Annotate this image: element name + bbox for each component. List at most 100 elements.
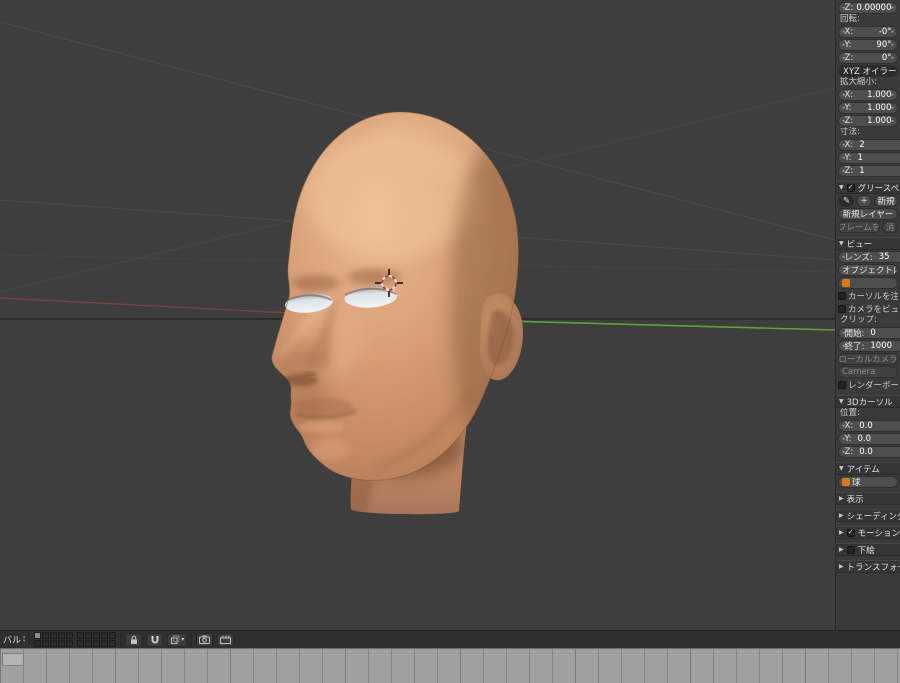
increment-icon[interactable]: ▸ [891, 56, 894, 61]
rotation-x-field[interactable]: ◂ X:-0° ▸ [838, 26, 898, 38]
cursor-x-field[interactable]: ◂ X:0.0 [838, 420, 900, 432]
grease-pencil-checkbox[interactable]: ✓ [847, 184, 855, 192]
panel-closed-icon: ▶ [839, 529, 844, 536]
layer-toggle[interactable] [50, 640, 57, 647]
layer-toggle[interactable] [77, 632, 84, 639]
camera-to-view-label: カメラをビューに [848, 303, 898, 315]
viewport-canvas[interactable] [0, 0, 835, 630]
panel-open-icon: ▼ [839, 240, 844, 247]
scene-lock-button[interactable] [125, 633, 142, 647]
orientation-dropdown[interactable]: バル ▴▾ [3, 633, 25, 646]
ear [480, 293, 523, 380]
layer-toggle[interactable] [66, 632, 73, 639]
blender-window: ◂ Z:0.00000 ▸ 回転: ◂ X:-0° ▸ ◂ Y:90° ▸ ◂ … [0, 0, 900, 683]
layer-toggle[interactable] [34, 632, 41, 639]
layer-toggle[interactable] [50, 632, 57, 639]
item-panel-header[interactable]: ▼ アイテム [836, 462, 900, 475]
3d-cursor-panel-header[interactable]: ▼ 3Dカーソル [836, 395, 900, 408]
clip-end-field[interactable]: ◂ 終了:1000 [838, 340, 900, 352]
dimensions-label: 寸法: [836, 127, 900, 138]
local-camera-button[interactable]: ローカルカメラ [838, 353, 898, 365]
panel-open-icon: ▼ [839, 184, 844, 191]
location-z-field[interactable]: ◂ Z:0.00000 ▸ [838, 2, 898, 14]
orientation-label: バル [3, 633, 21, 646]
layer-grid-1[interactable] [34, 632, 73, 647]
clip-label: クリップ: [836, 315, 900, 326]
layer-toggle[interactable] [93, 632, 100, 639]
increment-icon[interactable]: ▸ [891, 43, 894, 48]
separator [120, 633, 121, 646]
view-panel-header[interactable]: ▼ ビュー [836, 237, 900, 250]
background-images-panel-header[interactable]: ▶ 下絵 [836, 543, 900, 556]
camera-field[interactable]: Camera [838, 366, 898, 378]
render-border-label: レンダーボーダー [848, 379, 898, 391]
layer-toggle[interactable] [66, 640, 73, 647]
opengl-render-button[interactable] [196, 633, 213, 647]
scale-label: 拡大縮小: [836, 77, 900, 88]
layer-toggle[interactable] [58, 640, 65, 647]
dimension-x-field[interactable]: ◂ X:2 [838, 139, 900, 151]
motion-tracking-panel-header[interactable]: ▶ ✓ モーショント [836, 526, 900, 539]
snap-toggle-button[interactable] [146, 633, 163, 647]
object-data-icon [842, 279, 850, 287]
frame-button[interactable]: フレームを [838, 221, 880, 233]
increment-icon[interactable]: ▸ [891, 106, 894, 111]
dimension-z-field[interactable]: ◂ Z:1 [838, 165, 900, 177]
grease-pencil-panel-header[interactable]: ▼ ✓ グリースペン [836, 181, 900, 194]
grease-pencil-draw-button[interactable]: ✎ [838, 195, 854, 207]
dimension-y-field[interactable]: ◂ Y:1 [838, 152, 900, 164]
grease-pencil-add-button[interactable]: + [856, 195, 872, 207]
layer-toggle[interactable] [101, 640, 108, 647]
scale-y-field[interactable]: ◂ Y:1.000 ▸ [838, 102, 898, 114]
layer-toggle[interactable] [42, 632, 49, 639]
background-images-checkbox[interactable] [847, 546, 855, 554]
erase-button[interactable]: 消 [882, 221, 898, 233]
new-layer-button[interactable]: 新規レイヤー [838, 208, 898, 220]
scale-x-field[interactable]: ◂ X:1.000 ▸ [838, 89, 898, 101]
rotation-mode-dropdown[interactable]: XYZ オイラー角 [838, 65, 898, 77]
timeline-left-widget[interactable] [2, 653, 24, 666]
increment-icon[interactable]: ▸ [891, 6, 894, 11]
scale-z-field[interactable]: ◂ Z:1.000 ▸ [838, 115, 898, 127]
lens-field[interactable]: ◂ レンズ:35 [838, 251, 900, 263]
x-axis-line [0, 298, 310, 314]
head-model[interactable] [272, 108, 554, 520]
increment-icon[interactable]: ▸ [891, 93, 894, 98]
layer-toggle[interactable] [109, 632, 116, 639]
layer-toggle[interactable] [34, 640, 41, 647]
cursor-y-field[interactable]: ◂ Y:0.0 [838, 433, 900, 445]
rotation-z-field[interactable]: ◂ Z:0° ▸ [838, 52, 898, 64]
layer-toggle[interactable] [77, 640, 84, 647]
layer-toggle[interactable] [101, 632, 108, 639]
layer-toggle[interactable] [109, 640, 116, 647]
display-panel-header[interactable]: ▶ 表示 [836, 492, 900, 505]
grease-pencil-new-button[interactable]: 新規 [874, 195, 898, 207]
layer-toggle[interactable] [42, 640, 49, 647]
panel-open-icon: ▼ [839, 398, 844, 405]
item-name-field[interactable]: 球 [838, 476, 898, 488]
cursor-z-field[interactable]: ◂ Z:0.0 [838, 446, 900, 458]
increment-icon[interactable]: ▸ [891, 119, 894, 124]
3d-viewport[interactable] [0, 0, 835, 630]
properties-panel: ◂ Z:0.00000 ▸ 回転: ◂ X:-0° ▸ ◂ Y:90° ▸ ◂ … [835, 0, 900, 630]
layer-toggle[interactable] [85, 640, 92, 647]
layer-toggle[interactable] [58, 632, 65, 639]
rotation-y-field[interactable]: ◂ Y:90° ▸ [838, 39, 898, 51]
timeline-strip[interactable] [0, 648, 900, 683]
opengl-render-anim-button[interactable] [217, 633, 234, 647]
camera-to-view-checkbox[interactable] [838, 305, 846, 313]
increment-icon[interactable]: ▸ [891, 30, 894, 35]
panel-open-icon: ▼ [839, 465, 844, 472]
motion-tracking-checkbox[interactable]: ✓ [847, 529, 855, 537]
render-border-checkbox[interactable] [838, 381, 846, 389]
lock-to-cursor-checkbox[interactable] [838, 292, 846, 300]
camera-icon [199, 635, 210, 644]
transform-panel-header[interactable]: ▶ トランスフォーム [836, 560, 900, 573]
shading-panel-header[interactable]: ▶ シェーディング [836, 509, 900, 522]
snap-element-dropdown[interactable]: ▾ [167, 633, 187, 647]
lock-object-picker[interactable] [838, 277, 898, 289]
clip-start-field[interactable]: ◂ 開始:0 [838, 327, 900, 339]
layer-grid-2[interactable] [77, 632, 116, 647]
layer-toggle[interactable] [85, 632, 92, 639]
layer-toggle[interactable] [93, 640, 100, 647]
